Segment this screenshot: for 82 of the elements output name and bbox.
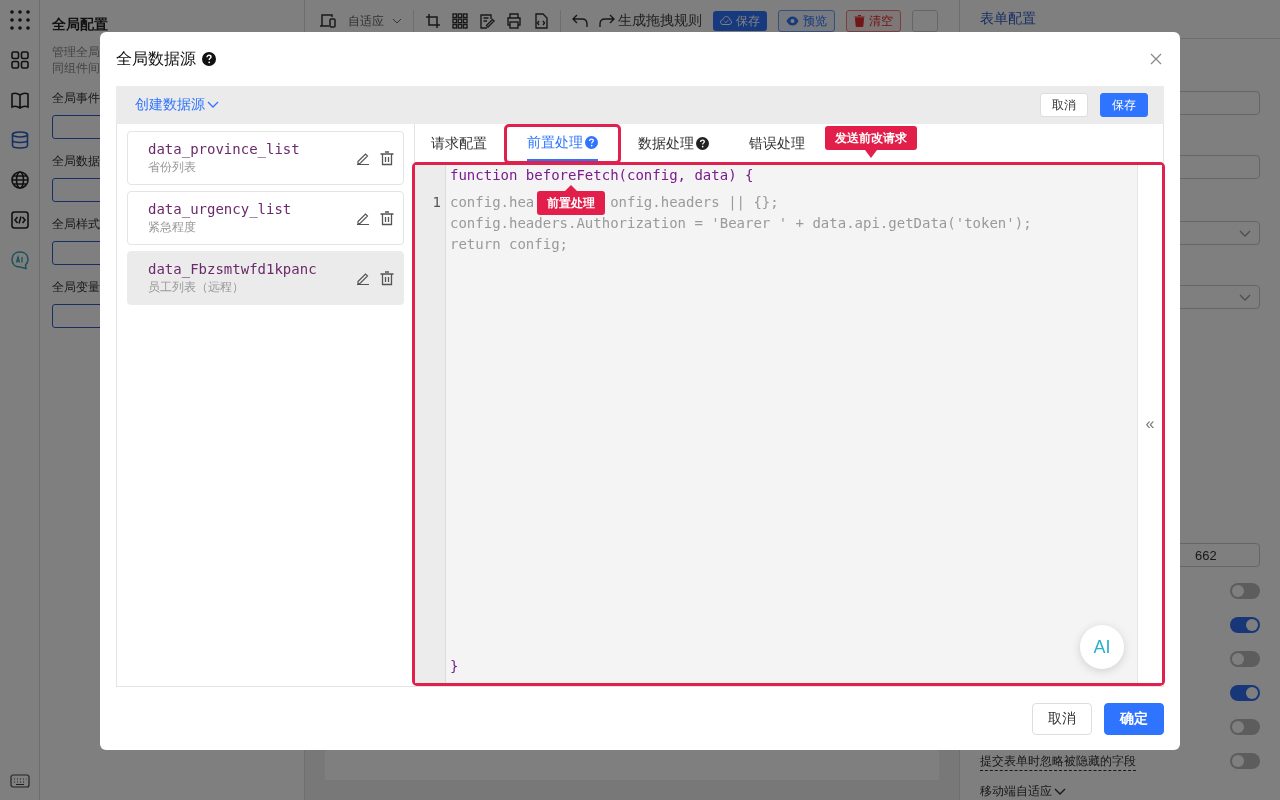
caret-icon (207, 101, 219, 109)
datasource-description: 紧急程度 (148, 218, 196, 236)
toggle-switch[interactable] (1230, 617, 1260, 633)
rail-icon-button[interactable] (9, 90, 30, 110)
redo-icon[interactable] (599, 14, 615, 28)
toggle-switch[interactable] (1230, 583, 1260, 599)
code-text: config.headers.Authorization = 'Bearer ' + data.api.getData('token'); (450, 215, 1032, 231)
toggle-switch[interactable] (1230, 753, 1260, 769)
help-icon (585, 136, 598, 149)
caret-icon (1054, 787, 1066, 796)
datasource-item[interactable]: data_province_list 省份列表 (127, 131, 404, 185)
section-label: 全局数据 (52, 153, 100, 170)
section-label: 全局样式 (52, 216, 100, 233)
datasource-item[interactable]: data_Fbzsmtwfd1kpanc 员工列表（远程） (127, 251, 404, 305)
annotation-callout: 前置处理 (537, 185, 605, 215)
rail-icon-button[interactable] (9, 210, 30, 230)
code-text: return config; (450, 236, 568, 252)
rail-icon-button[interactable] (9, 50, 30, 70)
caret-icon (1239, 229, 1251, 237)
caret-icon (1239, 293, 1251, 301)
line-number: 1 (432, 194, 441, 210)
edit-icon[interactable] (356, 271, 370, 285)
edit-icon[interactable] (479, 13, 495, 29)
panel-tab[interactable]: 表单配置 (980, 10, 1036, 28)
ai-assistant-button[interactable]: AI (1080, 625, 1124, 669)
toolbar-button[interactable]: 预览 (778, 10, 835, 32)
tab[interactable]: 请求配置 (431, 124, 487, 165)
tab[interactable]: 数据处理 (638, 124, 709, 165)
datasource-name: data_urgency_list (148, 200, 292, 217)
toggle-switch[interactable] (1230, 685, 1260, 701)
toolbar-button[interactable]: 保存 (713, 11, 767, 31)
section-label: 全局变量 (52, 279, 100, 296)
eye-icon (786, 16, 799, 26)
help-icon (696, 137, 709, 150)
document-icon[interactable] (533, 13, 549, 29)
collapse-header[interactable]: 移动端自适应 (980, 783, 1066, 800)
delete-icon[interactable] (380, 210, 394, 226)
toggle-switch[interactable] (1230, 719, 1260, 735)
close-icon[interactable] (1150, 53, 1162, 65)
datasource-name: data_Fbzsmtwfd1kpanc (148, 260, 317, 277)
panel-title: 全局配置 (52, 16, 109, 34)
cancel-button[interactable]: 取消 (1040, 93, 1088, 117)
datasource-description: 员工列表（远程） (148, 278, 244, 296)
trash-icon (854, 15, 865, 27)
tab[interactable]: 前置处理 (527, 126, 598, 161)
toggle-switch[interactable] (1230, 651, 1260, 667)
section-label: 全局事件 (52, 90, 100, 107)
code-text: function beforeFetch(config, data) { (450, 167, 754, 183)
rail-icon-button[interactable] (9, 170, 30, 190)
caret-icon (392, 18, 402, 24)
dialog-title: 全局数据源 (116, 48, 196, 69)
print-icon[interactable] (506, 13, 522, 29)
grid-icon[interactable] (452, 13, 468, 29)
device-icon[interactable] (319, 13, 337, 29)
save-button[interactable]: 保存 (1100, 93, 1148, 117)
edit-icon[interactable] (356, 211, 370, 225)
layout-select[interactable]: 自适应 (348, 12, 402, 30)
collapse-toggle[interactable]: « (1145, 415, 1155, 433)
datasource-item[interactable]: data_urgency_list 紧急程度 (127, 191, 404, 245)
cloud-icon (720, 15, 732, 27)
keyboard-icon[interactable] (9, 774, 30, 788)
rail-icon-button[interactable] (9, 130, 30, 150)
rail-icon-button[interactable] (9, 10, 30, 30)
edit-icon[interactable] (356, 151, 370, 165)
datasource-name: data_province_list (148, 140, 300, 157)
create-datasource-dropdown[interactable]: 创建数据源 (135, 96, 219, 114)
confirm-button[interactable]: 确定 (1104, 702, 1164, 735)
code-text: } (450, 658, 459, 674)
code-text: config.hea (450, 194, 535, 210)
setting-label: 提交表单时忽略被隐藏的字段 (980, 753, 1136, 771)
toolbar-button[interactable]: 清空 (846, 10, 901, 32)
annotation-callout: 发送前改请求 (825, 126, 917, 158)
cancel-button[interactable]: 取消 (1032, 702, 1092, 735)
crop-icon[interactable] (425, 13, 441, 29)
tab[interactable]: 错误处理 (749, 124, 805, 165)
undo-icon[interactable] (572, 14, 588, 28)
delete-icon[interactable] (380, 270, 394, 286)
delete-icon[interactable] (380, 150, 394, 166)
code-text: onfig.headers || {}; (610, 194, 779, 210)
generate-rule-link[interactable]: 生成拖拽规则 (618, 12, 702, 30)
datasource-description: 省份列表 (148, 158, 196, 176)
help-icon[interactable] (202, 52, 216, 66)
